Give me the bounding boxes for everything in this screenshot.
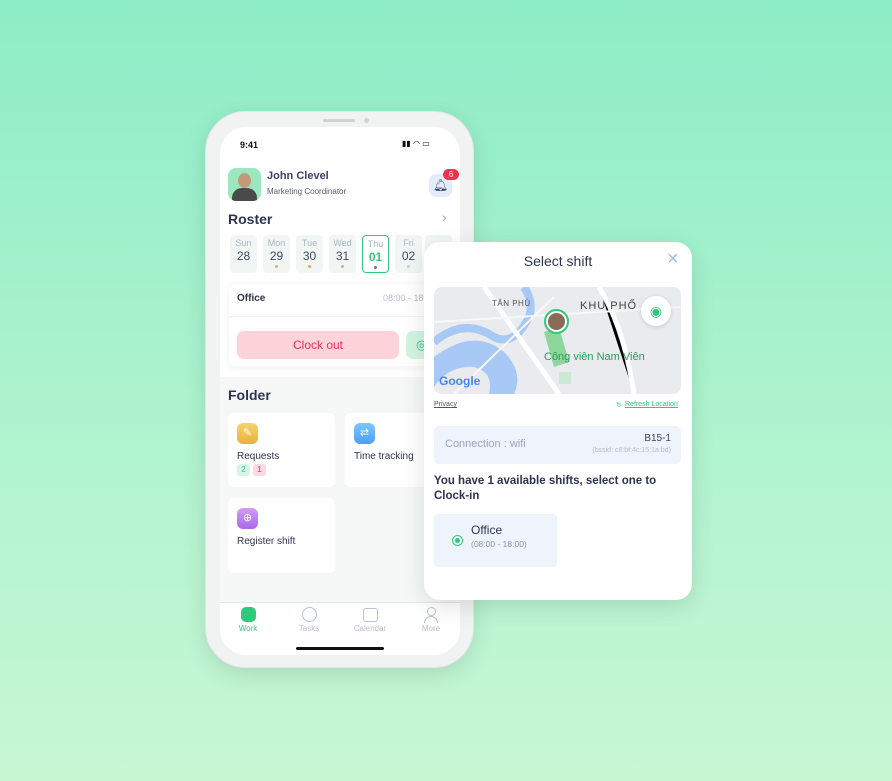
day-dot — [341, 265, 344, 268]
clock-icon — [301, 607, 317, 622]
select-shift-modal: Select shift × TÂN PHÚ KHU PHỐ Công viên… — [424, 242, 692, 600]
day-of-week: Tue — [301, 238, 318, 248]
roster-day-thu[interactable]: Thu 01 — [362, 235, 389, 273]
clock-out-button[interactable]: Clock out — [237, 331, 399, 359]
requests-icon: ✎ — [237, 423, 258, 444]
folder-item-label: Requests — [237, 451, 280, 462]
chevron-right-icon[interactable]: › — [442, 209, 447, 225]
day-dot — [308, 265, 311, 268]
radio-selected-icon[interactable] — [452, 535, 463, 546]
nav-label: Work — [238, 624, 258, 633]
status-icons: ▮▮ ◠ ▭ — [402, 139, 430, 148]
nav-label: Tasks — [298, 624, 320, 633]
nav-label: Calendar — [353, 624, 387, 633]
map-label-khu-pho: KHU PHỐ — [580, 300, 638, 312]
nav-tasks[interactable]: Tasks — [279, 604, 339, 633]
rejected-count-badge: 1 — [253, 464, 266, 476]
day-of-week: Wed — [333, 238, 352, 248]
refresh-icon[interactable]: ↻ — [616, 401, 622, 409]
locate-button[interactable]: ◉ — [641, 296, 671, 326]
nav-label: More — [421, 624, 441, 633]
roster-day-wed[interactable]: Wed 31 — [329, 235, 356, 273]
calendar-icon — [362, 608, 378, 622]
work-icon — [240, 607, 256, 622]
user-location-pin[interactable] — [544, 309, 569, 334]
day-date: 29 — [269, 249, 284, 263]
modal-title: Select shift — [523, 253, 593, 269]
day-date: 28 — [236, 249, 251, 263]
bell-icon: 🔔︎ — [432, 178, 449, 192]
shift-option-name: Office — [471, 523, 503, 537]
google-logo: Google — [439, 374, 481, 388]
time-tracking-icon: ⇄ — [354, 423, 375, 444]
folder-item-label: Register shift — [237, 536, 296, 547]
register-shift-icon: ⊕ — [237, 508, 258, 529]
day-date: 01 — [368, 250, 383, 264]
folder-item-register-shift[interactable]: ⊕ Register shift — [228, 498, 335, 573]
roster-day-tue[interactable]: Tue 30 — [296, 235, 323, 273]
map-label-park: Công viên Nam Viên — [544, 351, 645, 363]
notification-badge: 6 — [443, 169, 459, 180]
shift-option-time: (08:00 - 18:00) — [471, 539, 527, 549]
day-date: 02 — [401, 249, 416, 263]
roster-day-fri[interactable]: Fri 02 — [395, 235, 422, 273]
day-dot — [374, 266, 377, 269]
shift-option-office[interactable]: Office (08:00 - 18:00) — [434, 514, 557, 567]
day-dot — [407, 265, 410, 268]
camera — [364, 118, 369, 123]
refresh-location-link[interactable]: Refresh Location — [625, 401, 678, 408]
connection-label: Connection : wifi — [445, 438, 526, 450]
nav-more[interactable]: More — [401, 604, 460, 633]
map[interactable]: TÂN PHÚ KHU PHỐ Công viên Nam Viên ◉ Goo… — [434, 287, 681, 394]
person-icon — [426, 607, 436, 616]
speaker — [323, 119, 355, 122]
status-time: 9:41 — [240, 140, 259, 150]
folder-title: Folder — [228, 387, 271, 403]
day-dot — [275, 265, 278, 268]
day-of-week: Mon — [267, 238, 286, 248]
day-date: 30 — [302, 249, 317, 263]
shift-name: Office — [237, 293, 266, 304]
user-role: Marketing Coordinator — [267, 187, 347, 196]
shift-prompt: You have 1 available shifts, select one … — [434, 475, 657, 502]
privacy-link[interactable]: Privacy — [434, 401, 457, 408]
wifi-ssid: B15-1 — [644, 433, 671, 444]
map-label-tan-phu: TÂN PHÚ — [492, 299, 531, 308]
avatar[interactable] — [228, 168, 261, 201]
connection-box: Connection : wifi B15-1 (bssid: c8:bf:4c… — [434, 426, 681, 464]
day-of-week: Fri — [403, 238, 414, 248]
roster-title: Roster — [228, 211, 273, 227]
approved-count-badge: 2 — [237, 464, 250, 476]
day-of-week: Sun — [235, 238, 252, 248]
roster-day-sun[interactable]: Sun 28 — [230, 235, 257, 273]
day-of-week: Thu — [367, 239, 384, 249]
roster-day-mon[interactable]: Mon 29 — [263, 235, 290, 273]
close-icon[interactable]: × — [667, 248, 679, 271]
nav-calendar[interactable]: Calendar — [340, 604, 400, 633]
home-indicator — [296, 647, 384, 650]
day-dot — [242, 265, 245, 268]
wifi-bssid: (bssid: c8:bf:4c:15:1a:bd) — [592, 447, 671, 454]
user-name: John Clevel — [267, 170, 329, 182]
folder-item-label: Time tracking — [354, 451, 414, 462]
crosshair-icon: ◉ — [649, 303, 663, 319]
day-date: 31 — [335, 249, 350, 263]
folder-item-requests[interactable]: ✎ Requests 2 1 — [228, 413, 335, 487]
nav-work[interactable]: Work — [220, 604, 278, 633]
